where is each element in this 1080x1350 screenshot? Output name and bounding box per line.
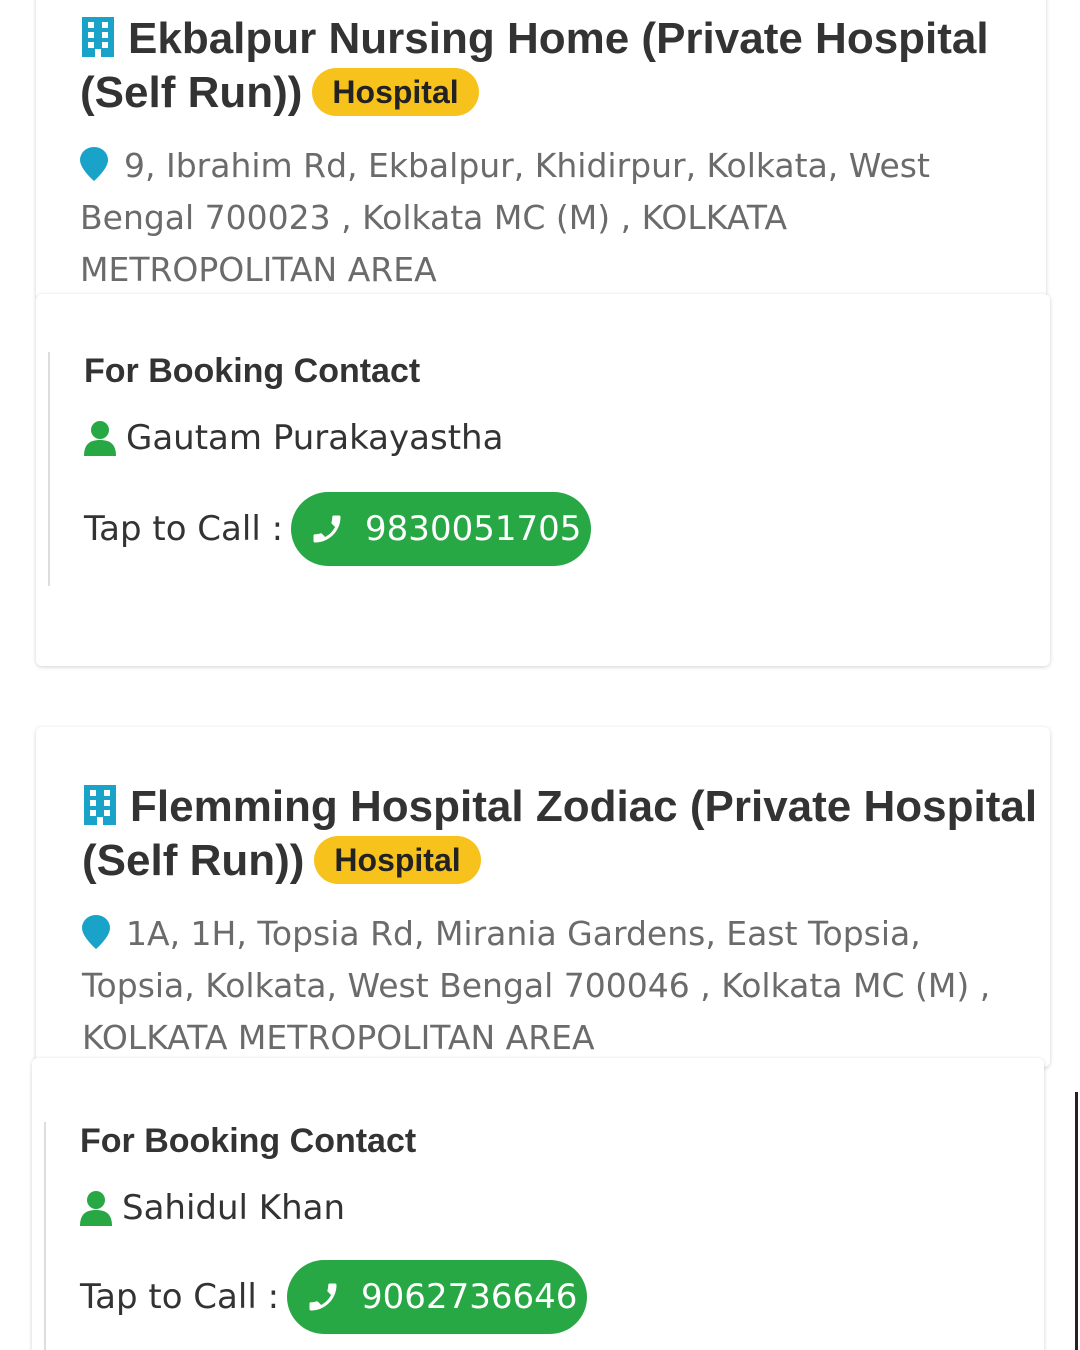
call-row: Tap to Call : 9830051705 [84,492,592,566]
contact-person: Sahidul Khan [80,1188,345,1228]
map-pin-icon [82,915,110,949]
phone-icon [313,515,341,543]
call-button[interactable]: 9830051705 [291,492,592,566]
contact-name: Gautam Purakayastha [126,418,504,458]
type-badge: Hospital [312,68,479,116]
hospital-address: 9, Ibrahim Rd, Ekbalpur, Khidirpur, Kolk… [80,140,980,296]
map-pin-icon [80,147,108,181]
building-icon [82,17,114,57]
call-label: Tap to Call : [80,1277,280,1317]
phone-number: 9830051705 [365,509,582,549]
user-icon [80,1191,112,1226]
booking-heading: For Booking Contact [80,1122,417,1160]
hospital-name: Flemming Hospital Zodiac (Private Hospit… [82,782,1038,885]
address-text: 9, Ibrahim Rd, Ekbalpur, Khidirpur, Kolk… [80,146,930,289]
phone-icon [309,1283,337,1311]
booking-divider [44,1122,46,1350]
call-button[interactable]: 9062736646 [287,1260,588,1334]
hospital-address: 1A, 1H, Topsia Rd, Mirania Gardens, East… [82,908,1002,1064]
phone-number: 9062736646 [361,1277,578,1317]
hospital-title[interactable]: Flemming Hospital Zodiac (Private Hospit… [82,780,1042,888]
hospital-name: Ekbalpur Nursing Home (Private Hospital … [80,14,989,117]
hospital-list-page: Ekbalpur Nursing Home (Private Hospital … [0,0,1080,1350]
user-icon [84,421,116,456]
booking-panel [36,294,1050,666]
booking-heading: For Booking Contact [84,352,421,390]
hospital-title[interactable]: Ekbalpur Nursing Home (Private Hospital … [80,12,1040,120]
scrollbar[interactable] [1075,1092,1078,1350]
call-row: Tap to Call : 9062736646 [80,1260,588,1334]
address-text: 1A, 1H, Topsia Rd, Mirania Gardens, East… [82,914,991,1057]
contact-name: Sahidul Khan [122,1188,346,1228]
building-icon [84,785,116,825]
call-label: Tap to Call : [84,509,284,549]
type-badge: Hospital [314,836,481,884]
booking-divider [48,352,50,586]
contact-person: Gautam Purakayastha [84,418,503,458]
